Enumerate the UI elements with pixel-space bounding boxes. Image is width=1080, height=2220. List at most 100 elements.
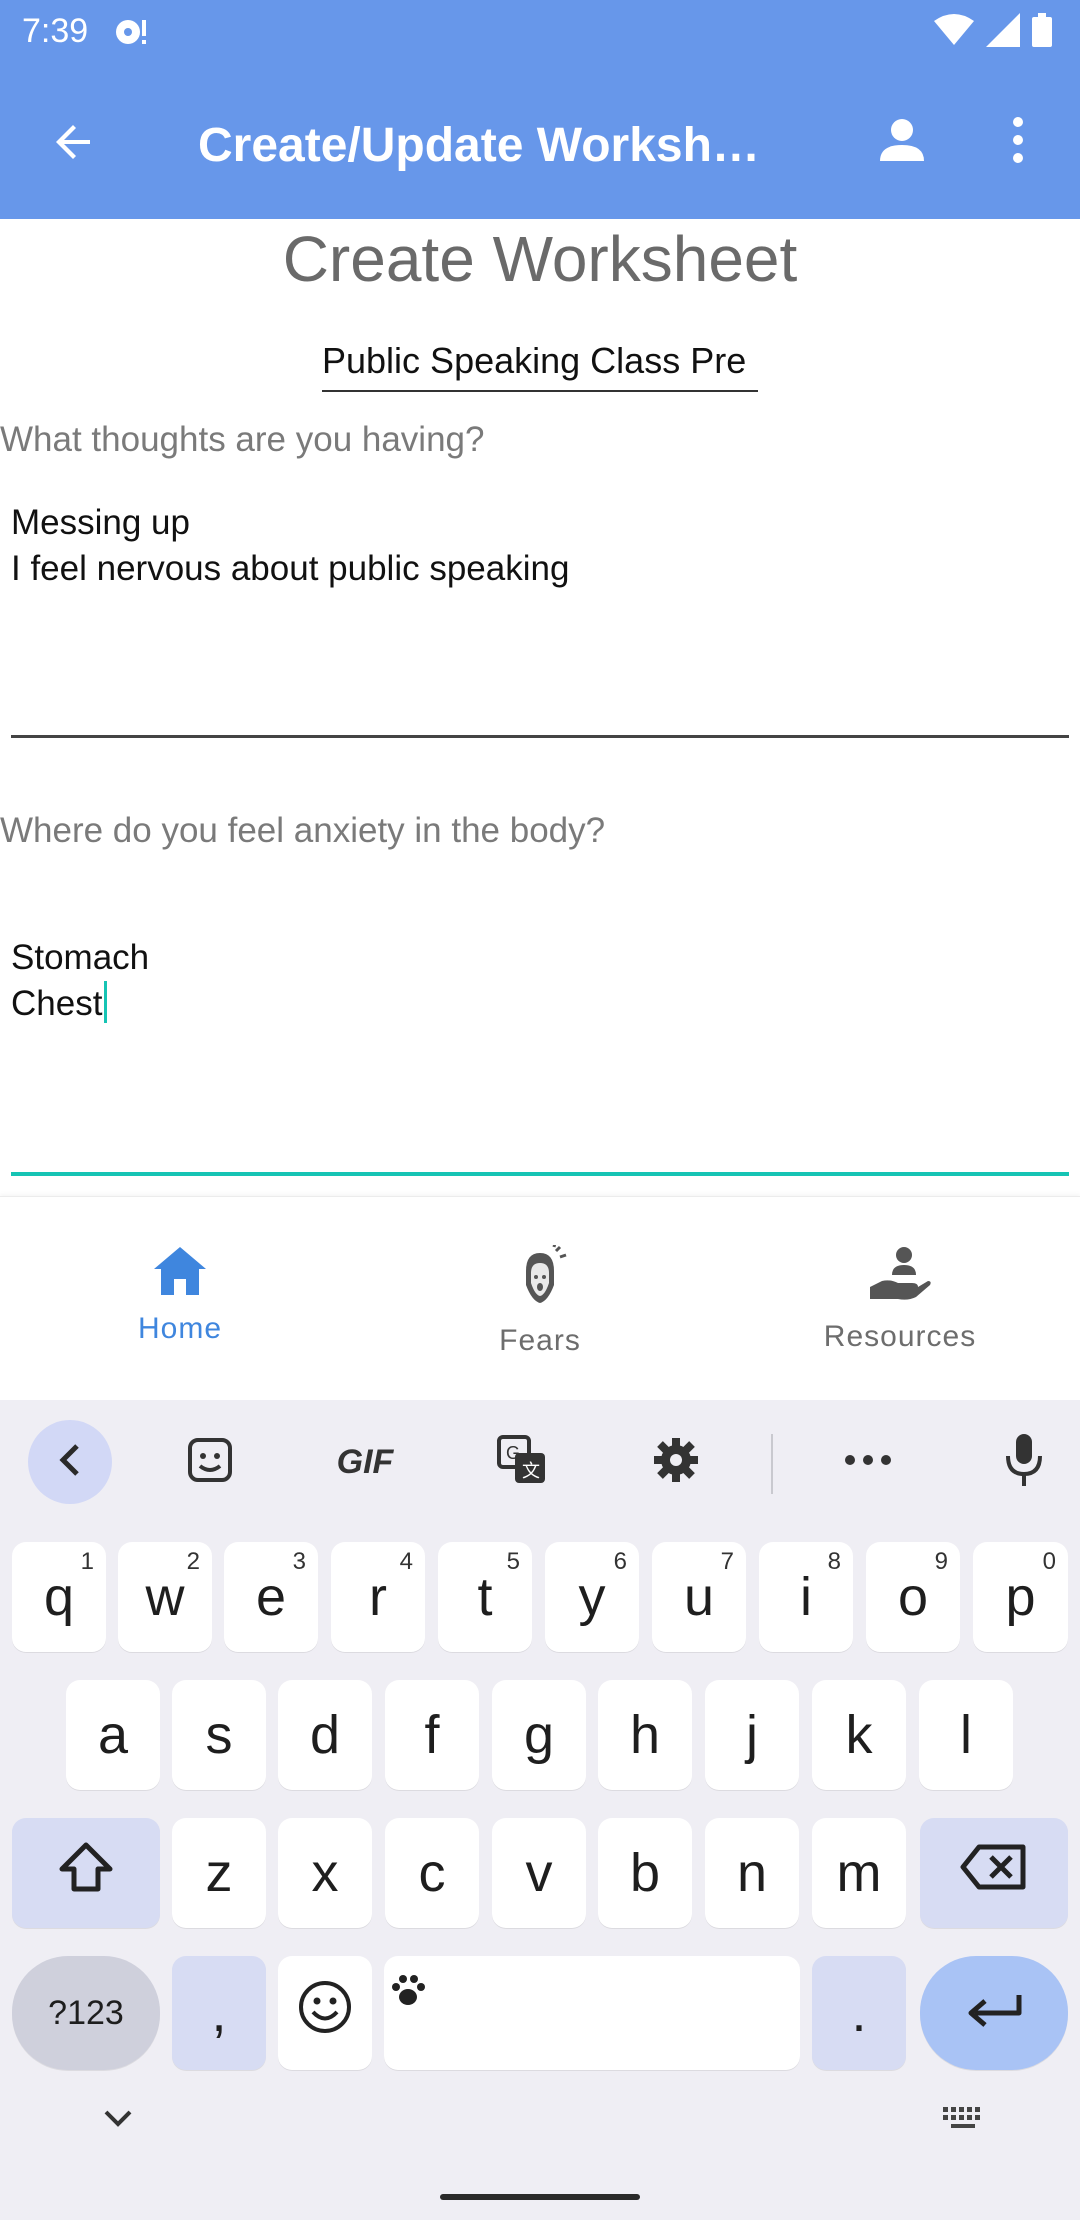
key-z[interactable]: z [172,1818,266,1928]
profile-button[interactable] [870,110,934,174]
period-key[interactable]: . [812,1956,906,2070]
key-label: w [145,1567,185,1627]
key-l[interactable]: l [919,1680,1013,1790]
key-h[interactable]: h [598,1680,692,1790]
key-k[interactable]: k [812,1680,906,1790]
nav-resources[interactable]: Resources [720,1197,1080,1401]
space-key[interactable] [384,1956,800,2070]
key-t[interactable]: t5 [438,1542,532,1652]
key-hint: 0 [1042,1548,1056,1575]
key-s[interactable]: s [172,1680,266,1790]
key-e[interactable]: e3 [224,1542,318,1652]
back-button[interactable] [42,112,106,176]
body-anxiety-answer-field[interactable]: Stomach Chest [11,935,1069,1176]
key-j[interactable]: j [705,1680,799,1790]
body-answer-line: Chest [11,984,103,1023]
thoughts-answer-line: I feel nervous about public speaking [11,549,570,588]
emoji-icon [297,1979,353,2048]
comma-key[interactable]: , [172,1956,266,2070]
translate-button[interactable]: G文 [480,1420,564,1504]
fears-face-icon [508,1242,572,1314]
enter-key[interactable] [920,1956,1068,2070]
profile-icon [877,115,927,170]
svg-text:文: 文 [522,1461,540,1481]
shift-key[interactable] [12,1818,160,1928]
key-a[interactable]: a [66,1680,160,1790]
keyboard-toolbar: GIF G文 [0,1400,1080,1530]
key-label: u [683,1567,715,1627]
key-hint: 1 [80,1548,94,1575]
key-i[interactable]: i8 [759,1542,853,1652]
text-cursor [104,981,108,1023]
key-q[interactable]: q1 [12,1542,106,1652]
thoughts-answer-field[interactable]: Messing up I feel nervous about public s… [11,500,1069,738]
key-u[interactable]: u7 [652,1542,746,1652]
page-title: Create Worksheet [282,223,798,295]
key-label: e [255,1567,287,1627]
worksheet-name-input[interactable] [322,332,758,392]
home-icon [152,1245,208,1302]
settings-button[interactable] [634,1420,718,1504]
nav-home-label: Home [137,1312,223,1345]
more-horiz-icon [844,1453,892,1471]
nav-fears[interactable]: Fears [360,1197,720,1401]
more-options-button[interactable] [990,110,1046,174]
key-hint: 7 [720,1548,734,1575]
hide-keyboard-button[interactable] [96,2100,140,2140]
keyboard-collapse-button[interactable] [28,1420,112,1504]
key-c[interactable]: c [385,1818,479,1928]
svg-text:G: G [506,1443,520,1463]
key-p[interactable]: p0 [973,1542,1068,1652]
sticker-button[interactable] [168,1420,252,1504]
keyboard-switcher-button[interactable] [940,2100,986,2140]
signal-icon [986,12,1020,52]
key-w[interactable]: w2 [118,1542,212,1652]
nav-fears-label: Fears [499,1324,581,1357]
key-g[interactable]: g [492,1680,586,1790]
body-answer-line: Stomach [11,938,150,977]
key-b[interactable]: b [598,1818,692,1928]
key-hint: 5 [506,1548,520,1575]
gear-icon [651,1435,701,1490]
key-n[interactable]: n [705,1818,799,1928]
key-label: i [800,1567,812,1627]
battery-icon [1032,12,1052,52]
wifi-icon [934,13,974,52]
backspace-key[interactable] [920,1818,1068,1928]
key-o[interactable]: o9 [866,1542,960,1652]
app-bar: 7:39 Create/Update Worksh… [0,0,1080,219]
key-label: t [477,1567,493,1627]
key-hint: 9 [934,1548,948,1575]
gif-button[interactable]: GIF [320,1420,410,1504]
paw-icon [388,1960,428,2022]
gif-label: GIF [336,1442,394,1481]
key-hint: 4 [399,1548,413,1575]
key-y[interactable]: y6 [545,1542,639,1652]
emoji-key[interactable] [278,1956,372,2070]
key-d[interactable]: d [278,1680,372,1790]
mic-icon [1004,1432,1044,1493]
app-bar-title: Create/Update Worksh… [198,119,760,172]
key-label: o [897,1567,929,1627]
key-hint: 6 [613,1548,627,1575]
key-hint: 2 [186,1548,200,1575]
key-v[interactable]: v [492,1818,586,1928]
backspace-icon [959,1842,1029,1904]
key-label: p [1005,1567,1036,1627]
key-x[interactable]: x [278,1818,372,1928]
symbols-key[interactable]: ?123 [12,1956,160,2070]
thoughts-question-label: What thoughts are you having? [0,420,485,459]
more-tools-button[interactable] [826,1420,910,1504]
back-arrow-icon [50,118,98,171]
nav-resources-label: Resources [823,1320,977,1353]
home-indicator[interactable] [440,2194,640,2200]
nav-home[interactable]: Home [0,1197,360,1401]
enter-icon [965,1982,1023,2044]
key-f[interactable]: f [385,1680,479,1790]
hand-with-person-icon [868,1245,932,1310]
status-time: 7:39 [22,12,89,50]
key-m[interactable]: m [812,1818,906,1928]
key-r[interactable]: r4 [331,1542,425,1652]
voice-input-button[interactable] [982,1420,1066,1504]
key-hint: 3 [292,1548,306,1575]
